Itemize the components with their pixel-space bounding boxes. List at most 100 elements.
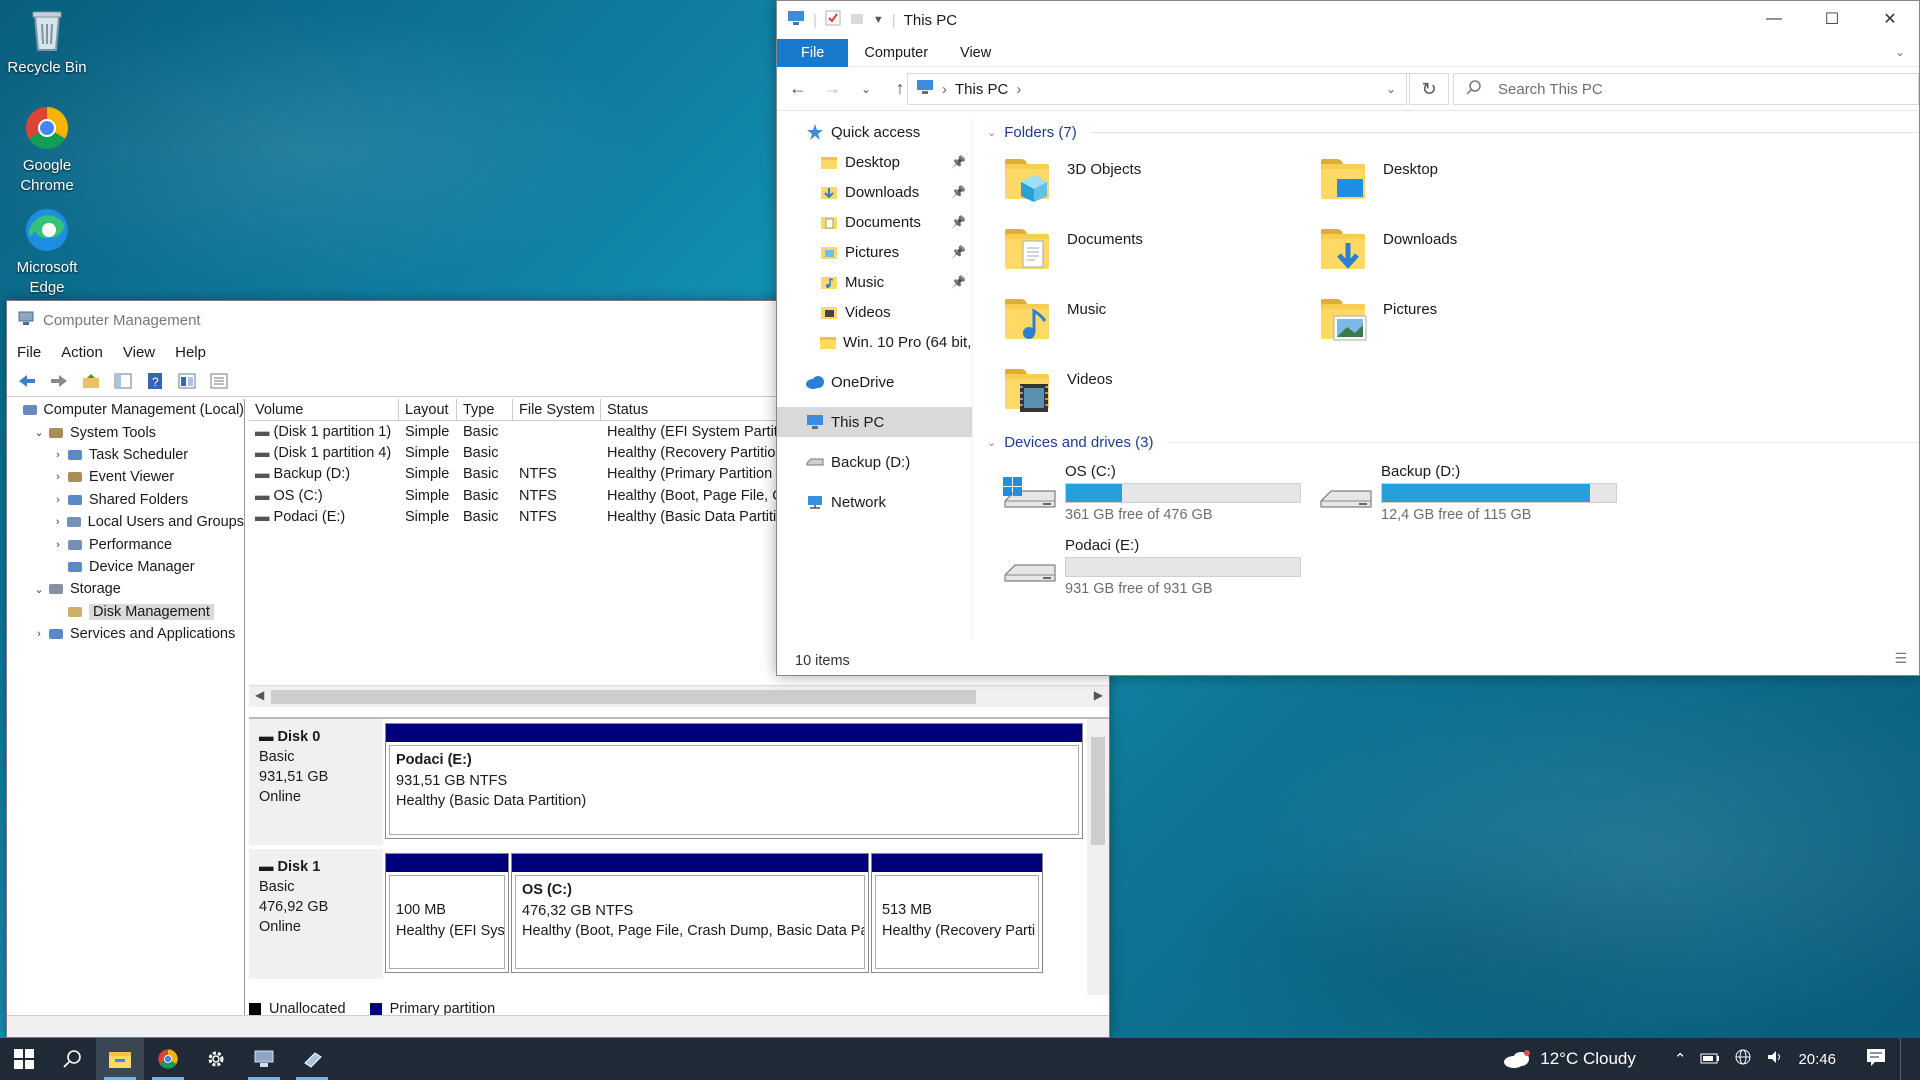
expanded-chevron-icon[interactable]: ⌄ [32,583,46,596]
pin-icon[interactable]: 📌 [951,155,966,169]
pin-icon[interactable]: 📌 [951,245,966,259]
volume-icon[interactable] [1766,1049,1784,1069]
menu-help[interactable]: Help [175,344,206,361]
folder-tile[interactable]: 3D Objects [1001,153,1301,217]
disk-1-row[interactable]: ▬ Disk 1 Basic 476,92 GB Online 100 MB H… [249,849,1083,979]
taskbar-file-explorer[interactable] [96,1038,144,1080]
forward-arrow-icon[interactable] [47,370,71,392]
folder-tile[interactable]: Desktop [1317,153,1617,217]
refresh-button[interactable]: ↻ [1409,73,1449,105]
collapse-chevron-icon[interactable]: ⌄ [987,126,996,139]
nav-item[interactable]: OneDrive [777,367,972,397]
drive-tile[interactable]: OS (C:) 361 GB free of 476 GB [1001,463,1301,533]
search-input[interactable]: Search This PC [1453,73,1919,105]
show-hidden-icons-chevron-icon[interactable]: ⌃ [1674,1050,1687,1068]
nav-item[interactable]: Desktop 📌 [777,147,972,177]
nav-item[interactable]: Quick access [777,117,972,147]
expanded-chevron-icon[interactable]: ⌄ [32,426,46,439]
tree-item[interactable]: Device Manager [7,556,244,578]
taskbar-computer-management[interactable] [240,1038,288,1080]
scroll-left-icon[interactable]: ◀ [255,688,264,702]
tab-file[interactable]: File [777,38,849,67]
breadcrumb-chevron-icon[interactable]: › [942,81,947,98]
new-folder-icon[interactable] [849,10,865,30]
tree-item[interactable]: › Services and Applications [7,623,244,645]
close-button[interactable]: ✕ [1861,1,1919,37]
nav-item[interactable]: Music 📌 [777,267,972,297]
nav-item[interactable]: Network [777,487,972,517]
nav-item[interactable]: Videos [777,297,972,327]
expand-ribbon-icon[interactable]: ⌄ [1895,45,1905,59]
vertical-scrollbar[interactable] [1087,719,1109,995]
quick-access-dropdown-icon[interactable]: ▼ [873,14,884,26]
tab-computer[interactable]: Computer [848,39,944,67]
folder-tile[interactable]: Downloads [1317,223,1617,287]
battery-icon[interactable] [1700,1051,1720,1068]
up-folder-icon[interactable] [79,370,103,392]
scroll-right-icon[interactable]: ▶ [1094,688,1103,702]
desktop-icon-recycle-bin[interactable]: Recycle Bin [0,6,94,78]
collapsed-chevron-icon[interactable]: › [51,471,65,483]
nav-item[interactable]: Win. 10 Pro (64 bit, 2 [777,327,972,357]
partition-os[interactable]: OS (C:) 476,32 GB NTFS Healthy (Boot, Pa… [511,853,869,973]
folder-tile[interactable]: Documents [1001,223,1301,287]
pin-icon[interactable]: 📌 [951,275,966,289]
folder-tile[interactable]: Videos [1001,363,1301,427]
search-button[interactable] [48,1038,96,1080]
menu-file[interactable]: File [17,344,41,361]
tree-item[interactable]: ⌄ Storage [7,578,244,600]
breadcrumb-chevron-icon[interactable]: › [1016,81,1021,98]
folder-tile[interactable]: Pictures [1317,293,1617,357]
weather-widget[interactable]: 12°C Cloudy [1502,1049,1636,1069]
minimize-button[interactable]: — [1745,1,1803,37]
scrollbar-thumb[interactable] [271,690,976,704]
drive-tile[interactable]: Podaci (E:) 931 GB free of 931 GB [1001,537,1301,607]
partition-podaci[interactable]: Podaci (E:) 931,51 GB NTFS Healthy (Basi… [385,723,1083,839]
desktop-icon-edge[interactable]: Microsoft Edge [0,206,94,298]
show-hide-tree-icon[interactable] [111,370,135,392]
nav-item[interactable]: Downloads 📌 [777,177,972,207]
horizontal-scrollbar[interactable]: ◀ ▶ [249,685,1109,707]
tree-item[interactable]: Computer Management (Local) [7,399,244,421]
tab-view[interactable]: View [944,39,1007,67]
globe-icon[interactable] [1734,1048,1752,1070]
scrollbar-thumb[interactable] [1091,737,1105,845]
tree-item[interactable]: › Event Viewer [7,466,244,488]
collapsed-chevron-icon[interactable]: › [51,449,65,461]
properties-check-icon[interactable] [825,10,841,30]
tree-item[interactable]: › Shared Folders [7,489,244,511]
menu-view[interactable]: View [123,344,155,361]
address-bar[interactable]: › This PC › ⌄ [907,73,1407,105]
breadcrumb-this-pc[interactable]: This PC [955,81,1008,98]
properties-icon[interactable] [175,370,199,392]
column-volume[interactable]: Volume [249,399,399,420]
nav-item[interactable]: Pictures 📌 [777,237,972,267]
show-desktop-button[interactable] [1900,1038,1906,1080]
partition-recovery[interactable]: 513 MB Healthy (Recovery Parti [871,853,1043,973]
tree-item[interactable]: › Performance [7,533,244,555]
collapsed-chevron-icon[interactable]: › [51,516,64,528]
disk-0-info[interactable]: ▬ Disk 0 Basic 931,51 GB Online [249,719,383,845]
column-layout[interactable]: Layout [399,399,457,420]
taskbar-chrome[interactable] [144,1038,192,1080]
clock-time[interactable]: 20:46 [1798,1051,1836,1068]
tree-item[interactable]: ⌄ System Tools [7,421,244,443]
desktop-icon-chrome[interactable]: Google Chrome [0,104,94,196]
back-arrow-icon[interactable]: ← [787,78,809,99]
tree-item[interactable]: Disk Management [7,601,244,623]
help-icon[interactable]: ? [143,370,167,392]
address-dropdown-icon[interactable]: ⌄ [1386,82,1396,96]
folder-tile[interactable]: Music [1001,293,1301,357]
column-file-system[interactable]: File System [513,399,601,420]
nav-item[interactable]: This PC [777,407,972,437]
title-bar[interactable]: | ▼ | This PC — ☐ ✕ [777,1,1919,39]
collapsed-chevron-icon[interactable]: › [51,539,65,551]
forward-arrow-icon[interactable]: → [821,78,843,99]
back-arrow-icon[interactable] [15,370,39,392]
recent-locations-icon[interactable]: ⌄ [855,82,877,96]
disk-0-row[interactable]: ▬ Disk 0 Basic 931,51 GB Online Podaci (… [249,719,1083,845]
pin-icon[interactable]: 📌 [951,185,966,199]
nav-item[interactable]: Documents 📌 [777,207,972,237]
tree-item[interactable]: › Task Scheduler [7,444,244,466]
drive-tile[interactable]: Backup (D:) 12,4 GB free of 115 GB [1317,463,1617,533]
